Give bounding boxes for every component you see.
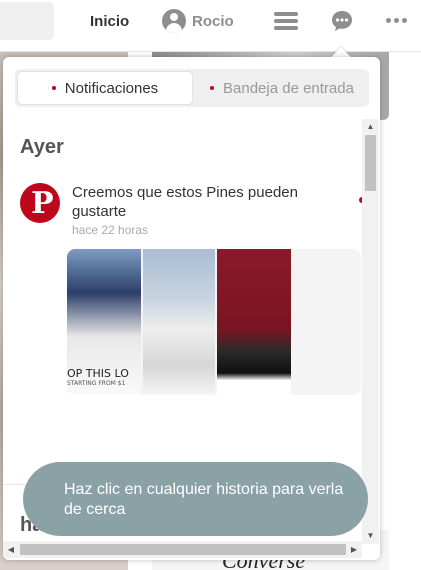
- pinterest-logo-icon: [20, 183, 60, 223]
- tab-inbox[interactable]: Bandeja de entrada: [195, 69, 369, 107]
- notification-text: Creemos que estos Pines pueden gustarte: [72, 184, 298, 220]
- scroll-left-arrow-icon[interactable]: ◀: [3, 541, 19, 558]
- nav-profile-link[interactable]: Rocio: [162, 9, 234, 33]
- tab-notifications[interactable]: Notificaciones: [17, 71, 193, 105]
- chat-icon[interactable]: [330, 9, 354, 33]
- notification-time: hace 22 horas: [72, 223, 149, 237]
- pin-thumbnails[interactable]: OP THIS LO STARTING FROM $1: [67, 249, 361, 395]
- scroll-up-arrow-icon[interactable]: ▲: [362, 119, 379, 135]
- pin-thumbnail[interactable]: [143, 249, 215, 395]
- vertical-scroll-thumb[interactable]: [365, 135, 376, 191]
- user-name: Rocio: [192, 12, 234, 30]
- nav-home-link[interactable]: Inicio: [90, 13, 129, 30]
- tab-label: Notificaciones: [64, 79, 159, 97]
- user-avatar-icon: [162, 9, 186, 33]
- search-input[interactable]: [0, 2, 54, 40]
- popup-tabs: Notificaciones Bandeja de entrada: [15, 69, 369, 107]
- scroll-down-arrow-icon[interactable]: ▼: [362, 528, 379, 544]
- pin-thumbnail[interactable]: OP THIS LO STARTING FROM $1: [67, 249, 141, 395]
- horizontal-scroll-thumb[interactable]: [20, 544, 346, 555]
- unread-dot-icon: [51, 86, 56, 90]
- tab-label: Bandeja de entrada: [223, 79, 354, 97]
- menu-icon[interactable]: [274, 12, 298, 32]
- scroll-right-arrow-icon[interactable]: ▶: [346, 541, 362, 558]
- vertical-scrollbar[interactable]: ▲ ▼: [362, 119, 379, 544]
- more-icon[interactable]: [386, 18, 407, 23]
- thumbnail-subcaption: STARTING FROM $1: [67, 380, 126, 387]
- pin-thumbnail[interactable]: [217, 249, 291, 395]
- unread-dot-icon: [210, 86, 215, 90]
- top-nav-bar: Inicio Rocio: [0, 0, 421, 52]
- horizontal-scrollbar[interactable]: ◀ ▶: [3, 541, 362, 558]
- section-title: Ayer: [20, 136, 64, 158]
- tooltip-hint: Haz clic en cualquier historia para verl…: [23, 462, 368, 536]
- thumbnail-caption: OP THIS LO: [67, 367, 129, 380]
